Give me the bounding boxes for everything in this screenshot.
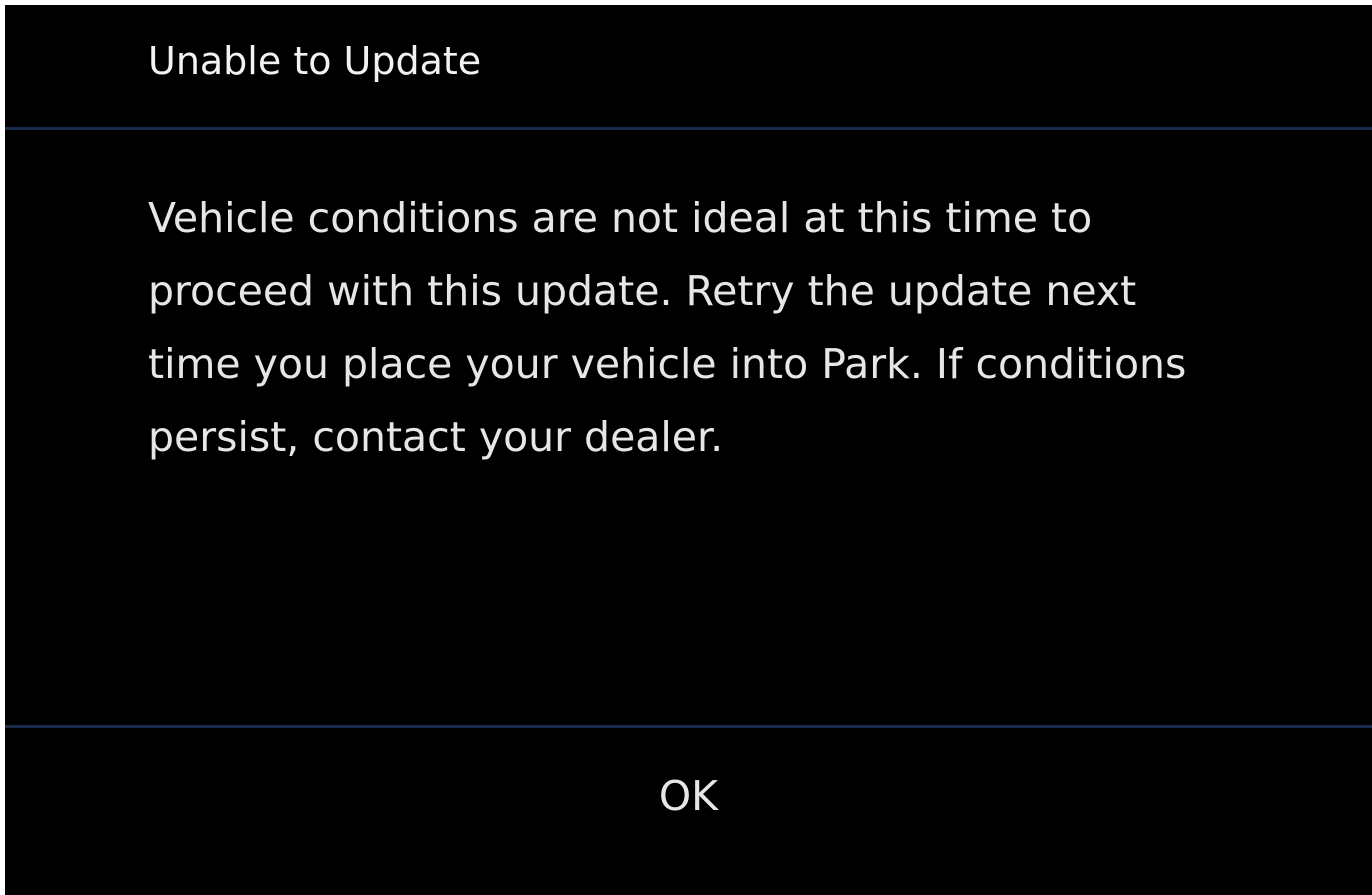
dialog-message: Vehicle conditions are not ideal at this… bbox=[148, 194, 1187, 461]
ok-button[interactable]: OK bbox=[5, 728, 1372, 895]
dialog-header: Unable to Update bbox=[5, 5, 1372, 128]
dialog-title: Unable to Update bbox=[148, 39, 482, 83]
dialog-body: Vehicle conditions are not ideal at this… bbox=[5, 130, 1372, 725]
ok-button-label: OK bbox=[658, 771, 719, 820]
update-error-dialog: Unable to Update Vehicle conditions are … bbox=[5, 5, 1372, 895]
